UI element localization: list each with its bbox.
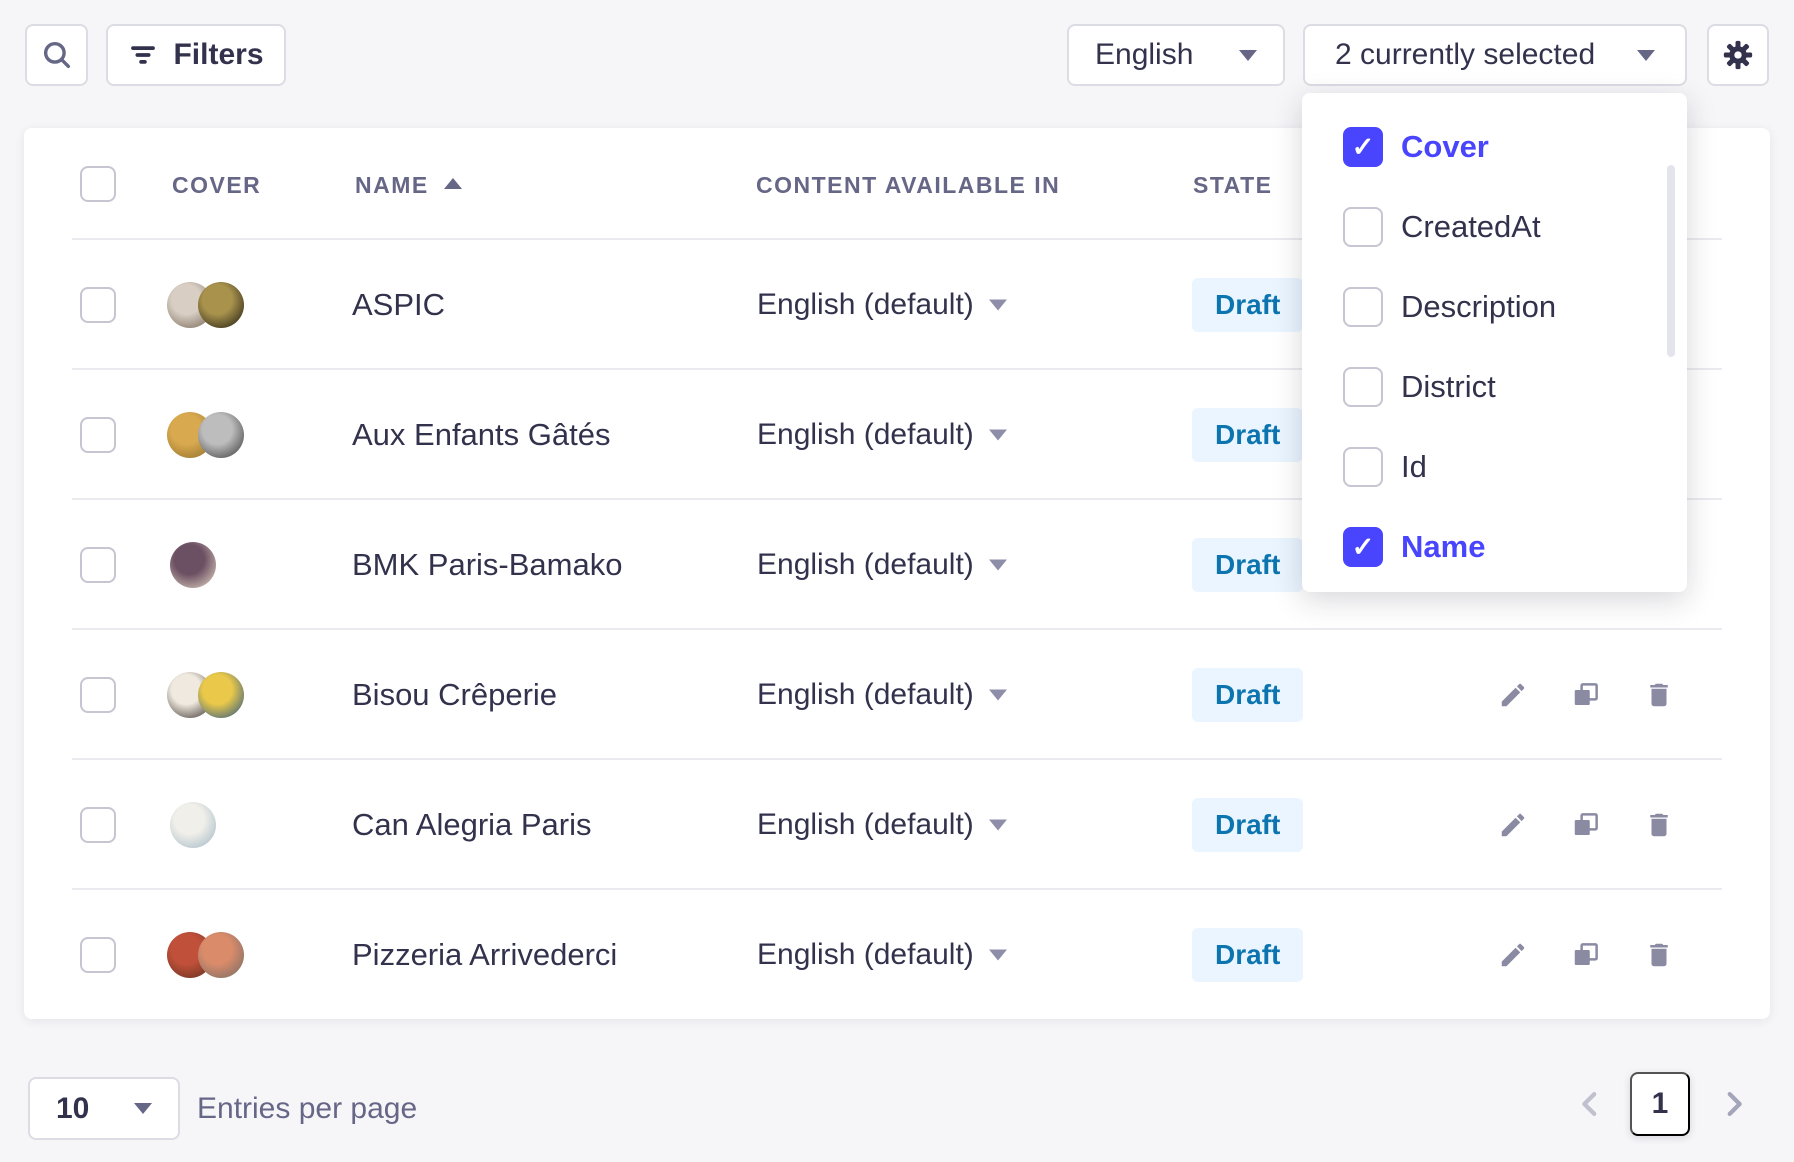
page-1-button[interactable]: 1 <box>1630 1072 1690 1136</box>
row-checkbox[interactable] <box>80 547 116 583</box>
status-badge: Draft <box>1192 408 1303 462</box>
cover-image <box>170 802 216 848</box>
entries-per-page-value: 10 <box>56 1092 89 1126</box>
select-all-checkbox[interactable] <box>80 166 116 202</box>
settings-button[interactable] <box>1707 24 1769 86</box>
checkbox-unchecked-icon[interactable] <box>1343 207 1383 247</box>
next-page-button[interactable] <box>1712 1082 1756 1126</box>
row-checkbox[interactable] <box>80 807 116 843</box>
column-option-cover[interactable]: Cover <box>1302 107 1687 187</box>
column-option-createdat[interactable]: CreatedAt <box>1302 187 1687 267</box>
column-header-state[interactable]: STATE <box>1193 172 1272 199</box>
locale-cell-value[interactable]: English (default) <box>757 548 974 582</box>
locale-select[interactable]: English <box>1067 24 1285 86</box>
filters-button[interactable]: Filters <box>106 24 286 86</box>
entries-per-page-label: Entries per page <box>197 1092 417 1126</box>
columns-select[interactable]: 2 currently selected <box>1303 24 1687 86</box>
caret-down-icon[interactable] <box>989 690 1007 701</box>
row-checkbox[interactable] <box>80 287 116 323</box>
search-button[interactable] <box>25 24 88 86</box>
delete-button[interactable] <box>1637 933 1681 977</box>
edit-button[interactable] <box>1491 933 1535 977</box>
caret-down-icon[interactable] <box>989 950 1007 961</box>
column-option-label: Name <box>1401 529 1485 565</box>
edit-button[interactable] <box>1491 803 1535 847</box>
checkbox-unchecked-icon[interactable] <box>1343 447 1383 487</box>
entry-name[interactable]: Aux Enfants Gâtés <box>352 417 610 453</box>
locale-cell-value[interactable]: English (default) <box>757 678 974 712</box>
table-row: Pizzeria Arrivederci English (default) D… <box>24 890 1770 1020</box>
column-option-id[interactable]: Id <box>1302 427 1687 507</box>
table-row: Can Alegria Paris English (default) Draf… <box>24 760 1770 890</box>
checkbox-unchecked-icon[interactable] <box>1343 287 1383 327</box>
column-option-label: CreatedAt <box>1401 209 1541 245</box>
column-option-description[interactable]: Description <box>1302 267 1687 347</box>
status-badge: Draft <box>1192 798 1303 852</box>
locale-cell-value[interactable]: English (default) <box>757 418 974 452</box>
duplicate-button[interactable] <box>1564 673 1608 717</box>
row-checkbox[interactable] <box>80 417 116 453</box>
entry-name[interactable]: Can Alegria Paris <box>352 807 592 843</box>
cover-image <box>198 412 244 458</box>
cover-image <box>198 932 244 978</box>
caret-down-icon <box>134 1103 152 1114</box>
cover-image <box>198 282 244 328</box>
entry-name[interactable]: Bisou Crêperie <box>352 677 557 713</box>
caret-down-icon <box>1239 50 1257 61</box>
column-option-label: Id <box>1401 449 1427 485</box>
duplicate-button[interactable] <box>1564 803 1608 847</box>
content-manager-list-view: Filters English 2 currently selected <box>0 0 1794 1162</box>
chevron-right-icon <box>1717 1087 1751 1121</box>
column-option-name[interactable]: Name <box>1302 507 1687 587</box>
column-option-label: District <box>1401 369 1496 405</box>
entry-name[interactable]: ASPIC <box>352 287 445 323</box>
status-badge: Draft <box>1192 538 1303 592</box>
dropdown-scrollbar[interactable] <box>1667 165 1675 357</box>
search-icon <box>40 38 74 72</box>
row-checkbox[interactable] <box>80 937 116 973</box>
filters-button-label: Filters <box>173 38 263 72</box>
entry-name[interactable]: Pizzeria Arrivederci <box>352 937 617 973</box>
cover-image <box>170 542 216 588</box>
status-badge: Draft <box>1192 668 1303 722</box>
caret-down-icon[interactable] <box>989 560 1007 571</box>
caret-down-icon <box>1637 50 1655 61</box>
columns-select-value: 2 currently selected <box>1335 38 1595 72</box>
checkbox-checked-icon[interactable] <box>1343 527 1383 567</box>
sort-ascending-icon[interactable] <box>444 178 462 189</box>
page-number: 1 <box>1652 1087 1669 1121</box>
edit-button[interactable] <box>1491 673 1535 717</box>
column-option-label: Description <box>1401 289 1556 325</box>
column-header-name[interactable]: NAME <box>355 172 429 199</box>
column-visibility-dropdown: Cover CreatedAt Description District Id … <box>1302 93 1687 592</box>
locale-cell-value[interactable]: English (default) <box>757 938 974 972</box>
row-checkbox[interactable] <box>80 677 116 713</box>
checkbox-checked-icon[interactable] <box>1343 127 1383 167</box>
gear-icon <box>1721 38 1755 72</box>
filter-icon <box>128 40 158 70</box>
status-badge: Draft <box>1192 278 1303 332</box>
duplicate-button[interactable] <box>1564 933 1608 977</box>
chevron-left-icon <box>1573 1087 1607 1121</box>
caret-down-icon[interactable] <box>989 300 1007 311</box>
caret-down-icon[interactable] <box>989 820 1007 831</box>
checkbox-unchecked-icon[interactable] <box>1343 367 1383 407</box>
column-option-district[interactable]: District <box>1302 347 1687 427</box>
column-option-label: Cover <box>1401 129 1489 165</box>
delete-button[interactable] <box>1637 803 1681 847</box>
column-header-cover[interactable]: COVER <box>172 172 261 199</box>
entry-name[interactable]: BMK Paris-Bamako <box>352 547 622 583</box>
locale-cell-value[interactable]: English (default) <box>757 808 974 842</box>
previous-page-button[interactable] <box>1568 1082 1612 1126</box>
cover-image <box>198 672 244 718</box>
table-row: Bisou Crêperie English (default) Draft <box>24 630 1770 760</box>
delete-button[interactable] <box>1637 673 1681 717</box>
column-header-content-available-in[interactable]: CONTENT AVAILABLE IN <box>756 172 1060 199</box>
locale-cell-value[interactable]: English (default) <box>757 288 974 322</box>
locale-select-value: English <box>1095 38 1193 72</box>
entries-per-page-select[interactable]: 10 <box>28 1077 180 1140</box>
caret-down-icon[interactable] <box>989 430 1007 441</box>
status-badge: Draft <box>1192 928 1303 982</box>
